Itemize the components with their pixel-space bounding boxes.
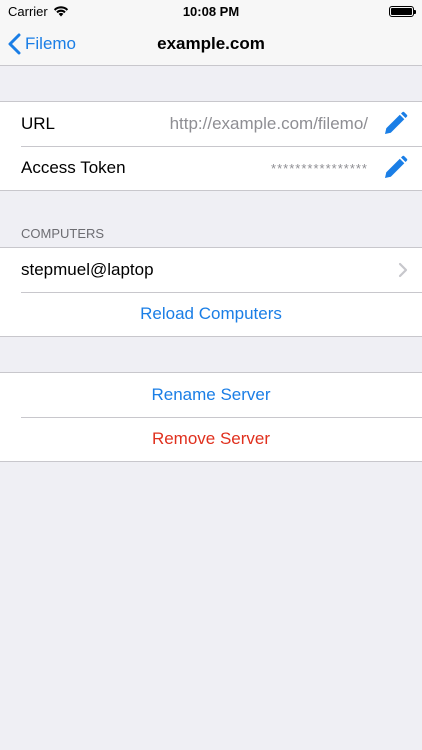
navigation-bar: Filemo example.com (0, 22, 422, 66)
access-token-label: Access Token (21, 158, 126, 177)
chevron-left-icon (8, 33, 21, 55)
server-settings-group: URL http://example.com/filemo/ Access To… (0, 101, 422, 191)
computer-list-item[interactable]: stepmuel@laptop (0, 248, 422, 292)
access-token-value: **************** (271, 160, 368, 176)
access-token-row: Access Token **************** (0, 146, 422, 190)
back-button[interactable]: Filemo (8, 22, 76, 66)
reload-computers-button[interactable]: Reload Computers (0, 292, 422, 336)
battery-fill (391, 7, 412, 15)
status-left: Carrier (8, 4, 69, 19)
rename-server-button[interactable]: Rename Server (0, 373, 422, 417)
pencil-icon[interactable] (382, 155, 408, 181)
computers-section-header: COMPUTERS (21, 226, 105, 241)
wifi-icon (53, 6, 68, 17)
url-label: URL (21, 114, 56, 133)
pencil-icon[interactable] (382, 111, 408, 137)
server-actions-group: Rename Server Remove Server (0, 372, 422, 462)
remove-server-button[interactable]: Remove Server (0, 417, 422, 461)
back-button-label: Filemo (25, 34, 77, 53)
carrier-label: Carrier (8, 3, 48, 19)
battery-icon (389, 5, 416, 17)
url-row: URL http://example.com/filemo/ (0, 102, 422, 146)
status-bar: Carrier 10:08 PM (0, 0, 422, 22)
url-value: http://example.com/filemo/ (169, 114, 368, 133)
computer-name: stepmuel@laptop (21, 260, 154, 279)
chevron-right-icon (398, 262, 408, 278)
computers-group: stepmuel@laptop Reload Computers (0, 247, 422, 337)
